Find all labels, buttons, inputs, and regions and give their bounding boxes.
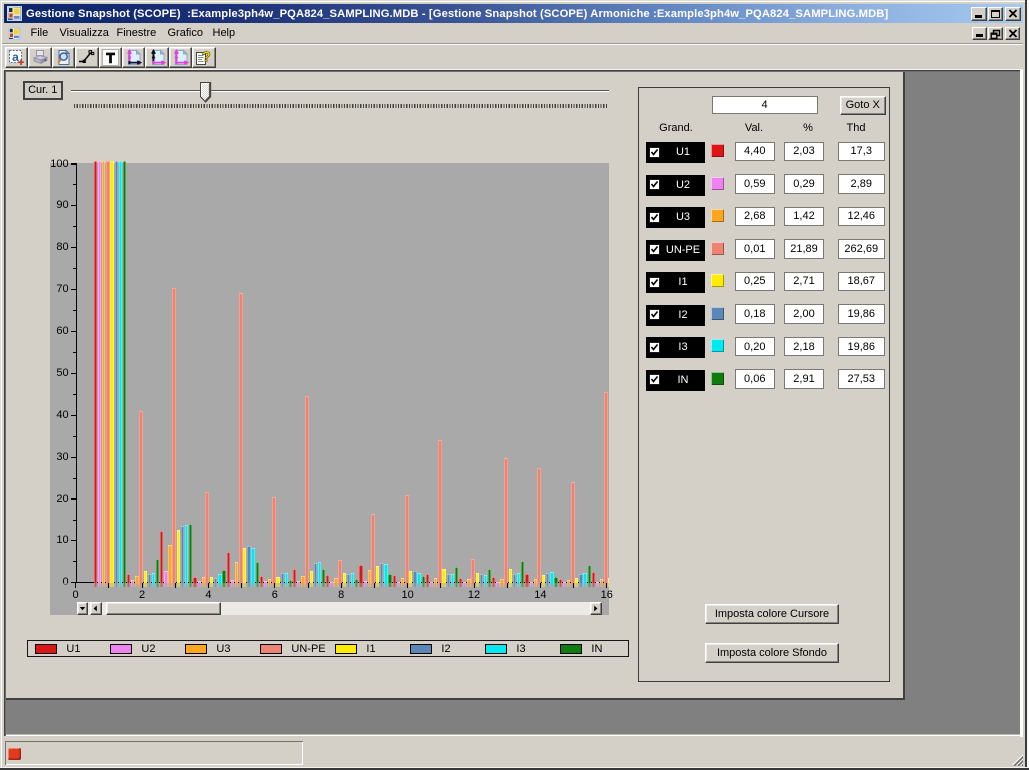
svg-text:?: ? (202, 49, 211, 66)
svg-text:a: a (12, 49, 19, 63)
